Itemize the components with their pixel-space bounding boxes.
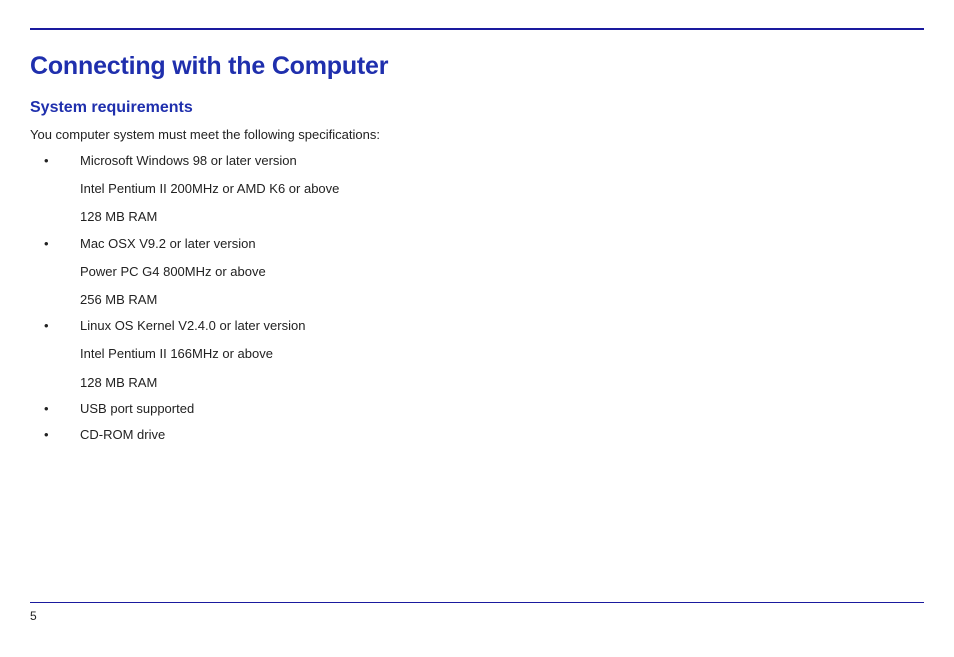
requirements-list: Microsoft Windows 98 or later version In… <box>30 152 924 444</box>
list-item: Microsoft Windows 98 or later version In… <box>30 152 924 227</box>
list-item: Mac OSX V9.2 or later version Power PC G… <box>30 235 924 310</box>
list-item: USB port supported <box>30 400 924 418</box>
top-rule <box>30 28 924 30</box>
spec-line: Mac OSX V9.2 or later version <box>80 235 924 253</box>
list-item: CD-ROM drive <box>30 426 924 444</box>
spec-line: Intel Pentium II 200MHz or AMD K6 or abo… <box>80 180 924 198</box>
spec-line: 128 MB RAM <box>80 374 924 392</box>
spec-line: 256 MB RAM <box>80 291 924 309</box>
page-title: Connecting with the Computer <box>30 52 924 81</box>
spec-line: 128 MB RAM <box>80 208 924 226</box>
spec-line: Intel Pentium II 166MHz or above <box>80 345 924 363</box>
spec-line: Power PC G4 800MHz or above <box>80 263 924 281</box>
spec-line: Microsoft Windows 98 or later version <box>80 152 924 170</box>
spec-line: USB port supported <box>80 400 924 418</box>
page-number: 5 <box>30 609 924 623</box>
section-intro: You computer system must meet the follow… <box>30 127 924 142</box>
spec-line: CD-ROM drive <box>80 426 924 444</box>
page-footer: 5 <box>30 602 924 623</box>
bottom-rule <box>30 602 924 603</box>
section-title: System requirements <box>30 99 924 117</box>
list-item: Linux OS Kernel V2.4.0 or later version … <box>30 317 924 392</box>
spec-line: Linux OS Kernel V2.4.0 or later version <box>80 317 924 335</box>
